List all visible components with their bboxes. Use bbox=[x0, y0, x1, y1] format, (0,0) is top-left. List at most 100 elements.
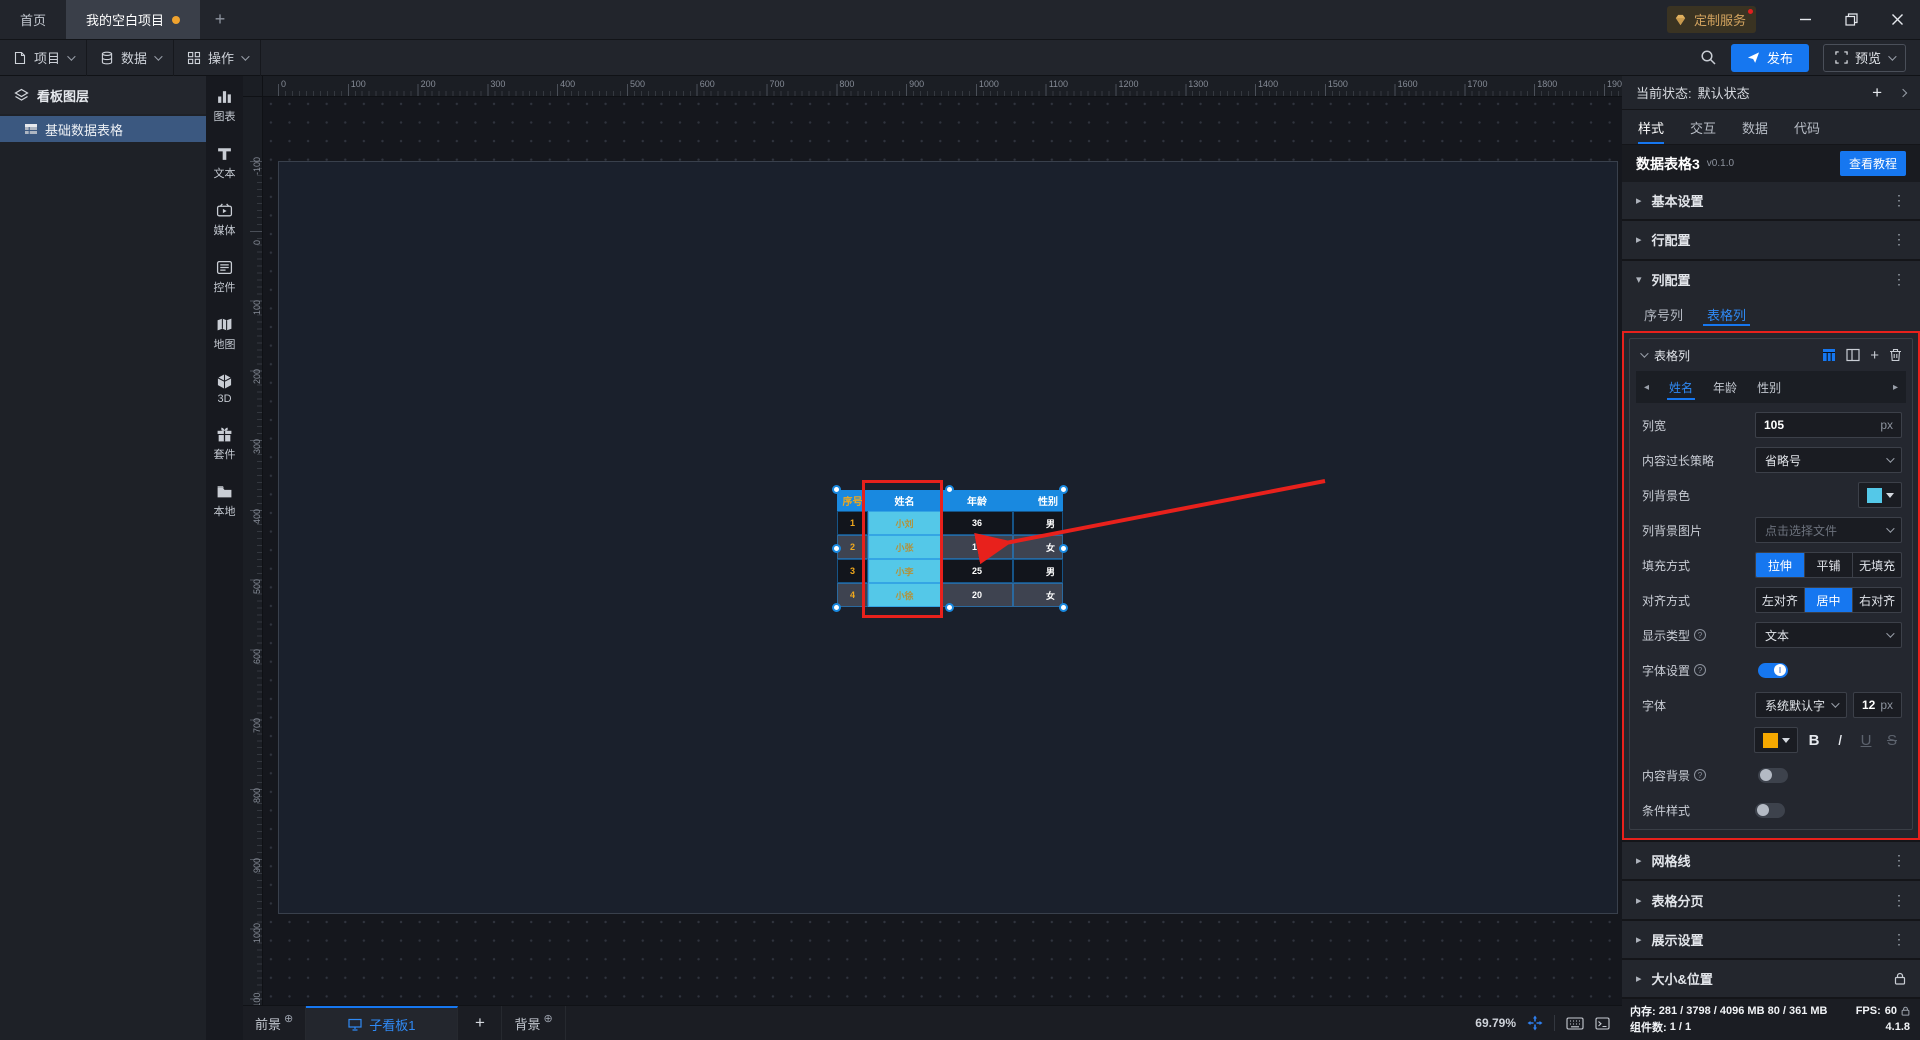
window-tab-project[interactable]: 我的空白项目 bbox=[66, 0, 201, 39]
section-menu-icon[interactable]: ⋮ bbox=[1892, 852, 1906, 869]
fill-stretch-option[interactable]: 拉伸 bbox=[1756, 553, 1805, 578]
window-tab-home[interactable]: 首页 bbox=[0, 0, 66, 39]
font-size-input[interactable]: px bbox=[1853, 692, 1902, 719]
layer-item-table[interactable]: 基础数据表格 bbox=[0, 116, 206, 142]
tutorial-button[interactable]: 查看教程 bbox=[1839, 151, 1906, 177]
column-width-input[interactable]: px bbox=[1755, 412, 1902, 439]
minimize-button[interactable] bbox=[1782, 0, 1828, 40]
menu-actions[interactable]: 操作 bbox=[174, 39, 262, 76]
strip-item-local[interactable]: 本地 bbox=[214, 483, 236, 519]
bg-image-select[interactable]: 点击选择文件 bbox=[1755, 517, 1902, 544]
fill-none-option[interactable]: 无填充 bbox=[1853, 553, 1901, 577]
search-icon[interactable] bbox=[1700, 49, 1717, 66]
strikethrough-button[interactable]: S bbox=[1882, 732, 1902, 749]
display-type-select[interactable]: 文本 bbox=[1755, 622, 1902, 649]
section-paging[interactable]: ▸ 表格分页 ⋮ bbox=[1622, 881, 1920, 919]
circle-plus-icon[interactable]: ⊕ bbox=[543, 1012, 552, 1025]
tab-index-column[interactable]: 序号列 bbox=[1644, 298, 1683, 331]
condition-style-toggle[interactable] bbox=[1755, 802, 1786, 818]
tab-table-column[interactable]: 表格列 bbox=[1703, 298, 1751, 331]
pill-name-column[interactable]: 姓名 bbox=[1667, 371, 1696, 403]
help-icon[interactable]: ? bbox=[1694, 629, 1707, 642]
section-menu-icon[interactable]: ⋮ bbox=[1892, 192, 1906, 209]
table-cell: 36 bbox=[941, 511, 1013, 535]
lock-icon bbox=[1901, 1006, 1910, 1016]
background-button[interactable]: 背景 ⊕ bbox=[502, 1006, 566, 1040]
close-button[interactable] bbox=[1874, 0, 1920, 40]
section-menu-icon[interactable]: ⋮ bbox=[1892, 931, 1906, 948]
foreground-button[interactable]: 前景 ⊕ bbox=[243, 1006, 307, 1040]
canvas[interactable]: 0 100 200 300 400 500 600 700 800 900 1000 1100 1200… bbox=[243, 76, 1622, 1005]
overflow-select[interactable]: 省略号 bbox=[1755, 447, 1902, 474]
strip-item-kit[interactable]: 套件 bbox=[214, 426, 236, 462]
section-basic-settings[interactable]: ▸ 基本设置 ⋮ bbox=[1622, 182, 1920, 220]
font-size-value[interactable] bbox=[1862, 698, 1880, 713]
new-tab-button[interactable]: + bbox=[200, 0, 240, 39]
strip-item-map[interactable]: 地图 bbox=[214, 316, 236, 352]
tab-interaction[interactable]: 交互 bbox=[1690, 110, 1716, 143]
add-board-button[interactable]: + bbox=[458, 1006, 503, 1040]
fill-tile-option[interactable]: 平铺 bbox=[1805, 553, 1854, 578]
circle-plus-icon[interactable]: ⊕ bbox=[284, 1012, 293, 1025]
scroll-left-icon[interactable]: ◂ bbox=[1644, 371, 1649, 403]
strip-item-cube-3d[interactable]: 3D bbox=[216, 373, 233, 405]
table-view-icon[interactable] bbox=[1822, 348, 1836, 362]
add-column-icon[interactable]: + bbox=[1870, 347, 1879, 364]
tab-data[interactable]: 数据 bbox=[1742, 110, 1768, 143]
publish-button[interactable]: 发布 bbox=[1730, 43, 1809, 72]
scroll-right-icon[interactable]: ▸ bbox=[1893, 371, 1898, 403]
bold-button[interactable]: B bbox=[1804, 732, 1824, 749]
add-state-button[interactable]: + bbox=[1872, 83, 1882, 103]
tab-style[interactable]: 样式 bbox=[1638, 110, 1665, 145]
help-icon[interactable]: ? bbox=[1694, 769, 1707, 782]
column-width-value[interactable] bbox=[1764, 418, 1854, 433]
chevron-down-icon bbox=[1640, 349, 1649, 359]
section-menu-icon[interactable]: ⋮ bbox=[1892, 231, 1906, 248]
section-column-config[interactable]: ▾ 列配置 ⋮ bbox=[1622, 260, 1920, 298]
board-tab-active[interactable]: 子看板1 bbox=[306, 1006, 459, 1040]
keyboard-icon[interactable] bbox=[1566, 1016, 1584, 1030]
strip-item-label: 媒体 bbox=[213, 225, 236, 237]
section-menu-icon[interactable]: ⋮ bbox=[1892, 892, 1906, 909]
align-center-option[interactable]: 居中 bbox=[1804, 588, 1854, 613]
strip-item-control[interactable]: 控件 bbox=[214, 259, 236, 295]
zoom-level[interactable]: 69.79% bbox=[1475, 1016, 1516, 1030]
chevron-right-icon[interactable] bbox=[1898, 88, 1908, 97]
preview-button[interactable]: 预览 bbox=[1822, 43, 1906, 72]
unit-label: px bbox=[1880, 698, 1893, 713]
section-display-settings[interactable]: ▸ 展示设置 ⋮ bbox=[1622, 920, 1920, 958]
section-size-position[interactable]: ▸ 大小&位置 bbox=[1622, 959, 1920, 998]
align-right-option[interactable]: 右对齐 bbox=[1853, 588, 1901, 612]
underline-button[interactable]: U bbox=[1856, 732, 1876, 749]
strip-item-media[interactable]: 媒体 bbox=[214, 202, 236, 238]
collapse-arrow-icon: ▸ bbox=[1636, 855, 1642, 868]
font-settings-toggle[interactable] bbox=[1758, 662, 1789, 678]
section-row-config[interactable]: ▸ 行配置 ⋮ bbox=[1622, 221, 1920, 259]
table-column-header[interactable]: 表格列 + bbox=[1630, 339, 1912, 371]
help-icon[interactable]: ? bbox=[1694, 664, 1707, 677]
strip-item-text[interactable]: 文本 bbox=[214, 145, 236, 181]
font-color-picker[interactable] bbox=[1754, 727, 1798, 754]
menu-data[interactable]: 数据 bbox=[87, 39, 175, 76]
tab-code[interactable]: 代码 bbox=[1794, 110, 1820, 143]
table-cell: 男 bbox=[1013, 559, 1063, 583]
menu-project[interactable]: 项目 bbox=[0, 39, 88, 76]
section-menu-icon[interactable]: ⋮ bbox=[1892, 271, 1906, 288]
lock-icon[interactable] bbox=[1894, 972, 1906, 985]
section-gridlines[interactable]: ▸ 网格线 ⋮ bbox=[1622, 842, 1920, 880]
restore-button[interactable] bbox=[1828, 0, 1874, 40]
strip-item-chart[interactable]: 图表 bbox=[214, 88, 236, 124]
align-left-option[interactable]: 左对齐 bbox=[1756, 588, 1805, 613]
tab-label: 样式 bbox=[1638, 120, 1665, 136]
console-icon[interactable] bbox=[1595, 1016, 1610, 1030]
column-view-icon[interactable] bbox=[1846, 348, 1860, 362]
delete-column-icon[interactable] bbox=[1889, 348, 1902, 362]
fit-view-icon[interactable] bbox=[1527, 1015, 1543, 1031]
pill-gender-column[interactable]: 性别 bbox=[1757, 371, 1781, 403]
font-family-select[interactable]: 系统默认字 bbox=[1755, 692, 1847, 719]
column-bg-color-picker[interactable] bbox=[1858, 482, 1902, 509]
content-bg-toggle[interactable] bbox=[1758, 767, 1789, 783]
pill-age-column[interactable]: 年龄 bbox=[1713, 371, 1737, 403]
italic-button[interactable]: I bbox=[1830, 732, 1850, 749]
custom-service-badge[interactable]: 定制服务 bbox=[1666, 6, 1756, 33]
